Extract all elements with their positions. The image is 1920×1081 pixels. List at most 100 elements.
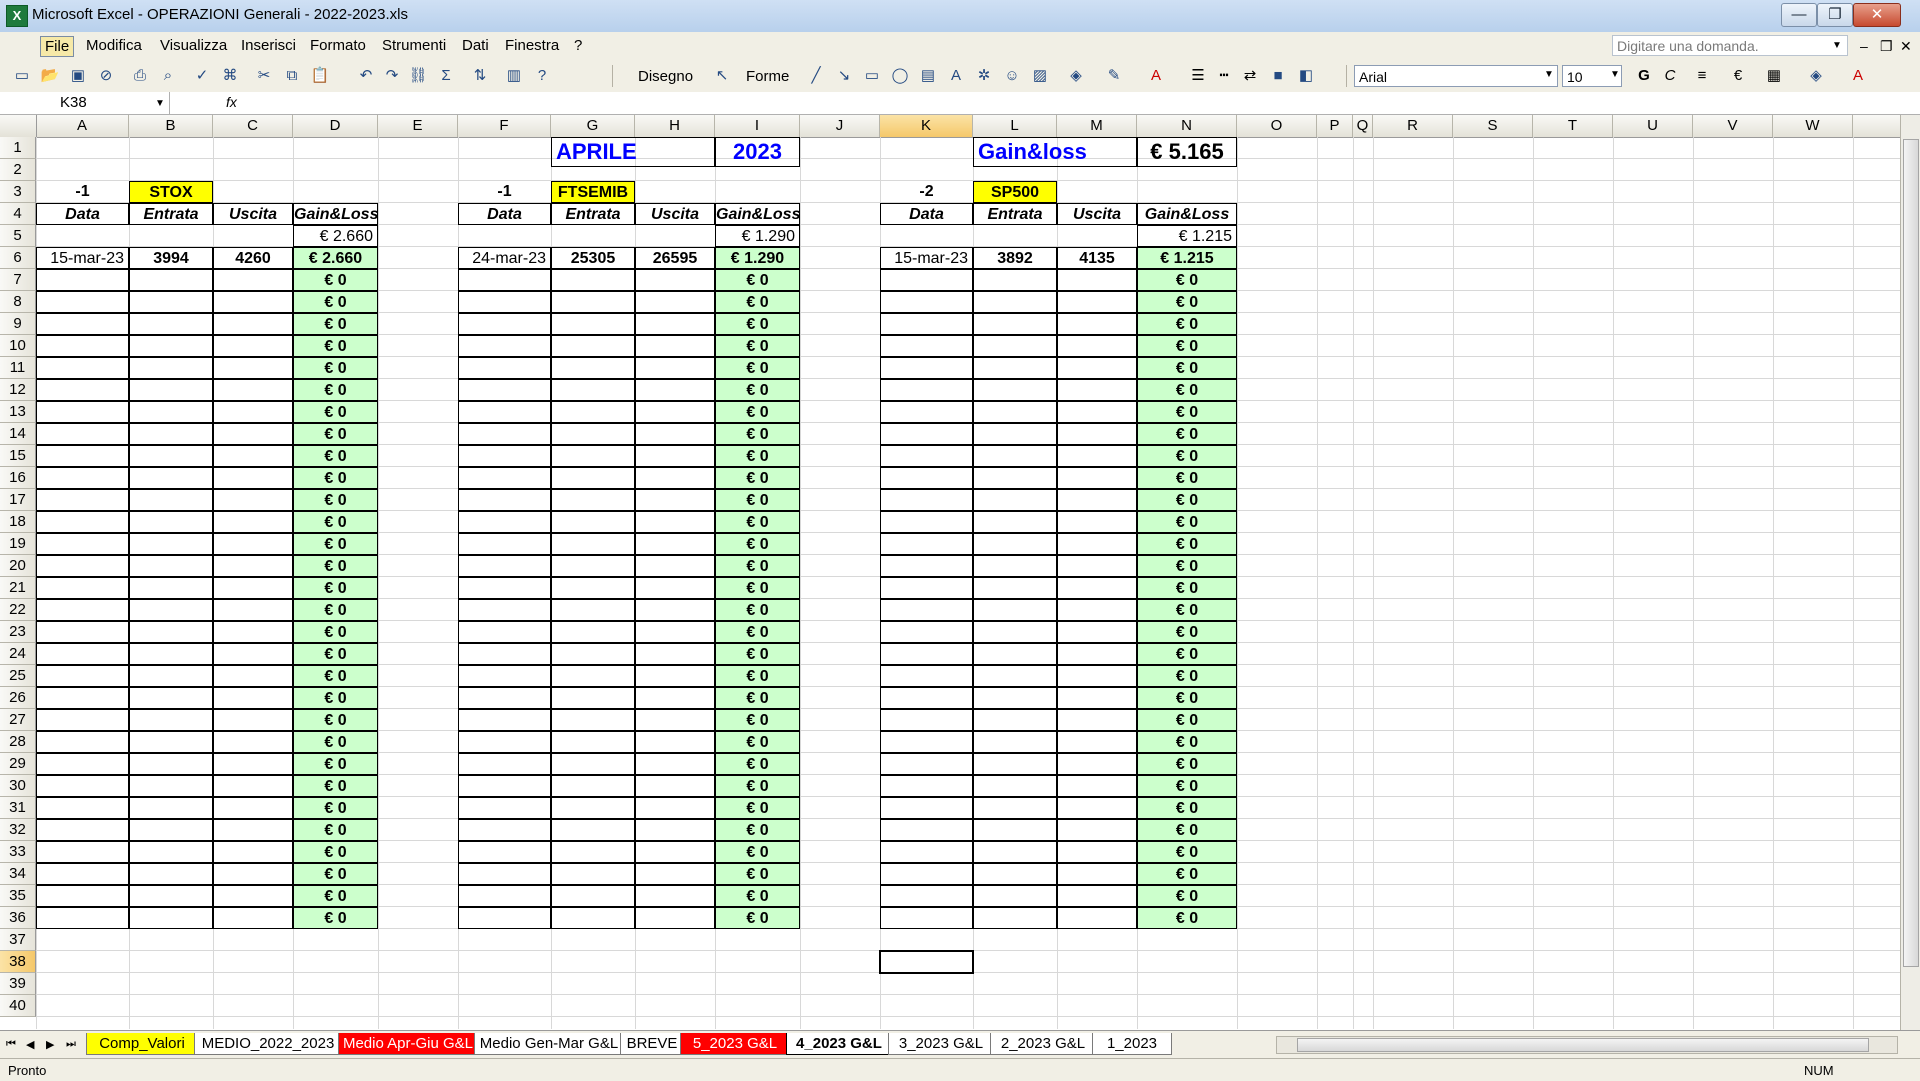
wordart-icon[interactable]: A <box>946 66 966 86</box>
empty-exit-cell[interactable] <box>1057 863 1137 885</box>
zero-gain-loss-cell[interactable]: € 0 <box>293 819 378 841</box>
empty-date-cell[interactable] <box>458 423 551 445</box>
empty-entry-cell[interactable] <box>973 643 1057 665</box>
zero-gain-loss-cell[interactable]: € 0 <box>293 357 378 379</box>
rectangle-icon[interactable]: ▭ <box>862 66 882 86</box>
empty-entry-cell[interactable] <box>129 291 213 313</box>
gain-loss-label-cell[interactable]: Gain&loss <box>973 137 1137 167</box>
empty-entry-cell[interactable] <box>973 489 1057 511</box>
zero-gain-loss-cell[interactable]: € 0 <box>715 511 800 533</box>
zero-gain-loss-cell[interactable]: € 0 <box>1137 555 1237 577</box>
empty-date-cell[interactable] <box>36 709 129 731</box>
empty-date-cell[interactable] <box>880 445 973 467</box>
empty-date-cell[interactable] <box>880 819 973 841</box>
empty-exit-cell[interactable] <box>213 577 293 599</box>
empty-exit-cell[interactable] <box>213 445 293 467</box>
row-header-34[interactable]: 34 <box>0 863 36 885</box>
empty-exit-cell[interactable] <box>1057 533 1137 555</box>
trade-exit-cell[interactable]: 4260 <box>213 247 293 269</box>
prev-sheet-icon[interactable]: ◀ <box>26 1038 34 1051</box>
zero-gain-loss-cell[interactable]: € 0 <box>715 775 800 797</box>
row-header-18[interactable]: 18 <box>0 511 36 533</box>
formula-input[interactable] <box>245 92 1915 114</box>
empty-date-cell[interactable] <box>458 379 551 401</box>
sheet-tab[interactable]: 2_2023 G&L <box>990 1033 1096 1055</box>
zero-gain-loss-cell[interactable]: € 0 <box>715 555 800 577</box>
month-title-cell[interactable]: APRILE <box>551 137 715 167</box>
column-header-p[interactable]: P <box>1317 115 1353 137</box>
empty-entry-cell[interactable] <box>551 621 635 643</box>
zero-gain-loss-cell[interactable]: € 0 <box>715 731 800 753</box>
empty-exit-cell[interactable] <box>635 489 715 511</box>
empty-entry-cell[interactable] <box>129 467 213 489</box>
zero-gain-loss-cell[interactable]: € 0 <box>293 863 378 885</box>
empty-date-cell[interactable] <box>458 445 551 467</box>
shadow-icon[interactable]: ■ <box>1268 66 1288 86</box>
font-color-icon[interactable]: A <box>1146 66 1166 86</box>
empty-entry-cell[interactable] <box>551 819 635 841</box>
empty-exit-cell[interactable] <box>1057 731 1137 753</box>
horizontal-scroll-thumb[interactable] <box>1297 1038 1869 1052</box>
empty-entry-cell[interactable] <box>551 511 635 533</box>
trade-gain-loss-cell[interactable]: € 2.660 <box>293 247 378 269</box>
row-header-11[interactable]: 11 <box>0 357 36 379</box>
empty-entry-cell[interactable] <box>129 643 213 665</box>
row-header-27[interactable]: 27 <box>0 709 36 731</box>
empty-date-cell[interactable] <box>36 643 129 665</box>
row-header-9[interactable]: 9 <box>0 313 36 335</box>
empty-entry-cell[interactable] <box>551 643 635 665</box>
row-header-8[interactable]: 8 <box>0 291 36 313</box>
empty-entry-cell[interactable] <box>551 423 635 445</box>
empty-exit-cell[interactable] <box>635 885 715 907</box>
column-label-cell[interactable]: Data <box>458 203 551 225</box>
empty-exit-cell[interactable] <box>213 599 293 621</box>
empty-exit-cell[interactable] <box>635 643 715 665</box>
cut-icon[interactable]: ✂ <box>254 66 274 86</box>
empty-exit-cell[interactable] <box>1057 577 1137 599</box>
zero-gain-loss-cell[interactable]: € 0 <box>1137 269 1237 291</box>
empty-exit-cell[interactable] <box>635 621 715 643</box>
empty-date-cell[interactable] <box>36 599 129 621</box>
empty-date-cell[interactable] <box>880 511 973 533</box>
zero-gain-loss-cell[interactable]: € 0 <box>293 643 378 665</box>
empty-exit-cell[interactable] <box>635 401 715 423</box>
empty-date-cell[interactable] <box>880 797 973 819</box>
zero-gain-loss-cell[interactable]: € 0 <box>293 665 378 687</box>
oval-icon[interactable]: ◯ <box>890 66 910 86</box>
empty-exit-cell[interactable] <box>1057 709 1137 731</box>
empty-entry-cell[interactable] <box>551 775 635 797</box>
empty-date-cell[interactable] <box>36 467 129 489</box>
empty-entry-cell[interactable] <box>973 709 1057 731</box>
trade-exit-cell[interactable]: 4135 <box>1057 247 1137 269</box>
empty-date-cell[interactable] <box>36 555 129 577</box>
zero-gain-loss-cell[interactable]: € 0 <box>293 731 378 753</box>
zero-gain-loss-cell[interactable]: € 0 <box>293 423 378 445</box>
save-icon[interactable]: ▣ <box>68 66 88 86</box>
empty-entry-cell[interactable] <box>551 753 635 775</box>
empty-entry-cell[interactable] <box>129 511 213 533</box>
column-header-s[interactable]: S <box>1453 115 1533 137</box>
empty-date-cell[interactable] <box>880 907 973 929</box>
row-header-16[interactable]: 16 <box>0 467 36 489</box>
zero-gain-loss-cell[interactable]: € 0 <box>1137 511 1237 533</box>
bold-button[interactable]: G <box>1634 66 1654 86</box>
empty-date-cell[interactable] <box>458 555 551 577</box>
empty-exit-cell[interactable] <box>635 291 715 313</box>
empty-entry-cell[interactable] <box>551 291 635 313</box>
empty-entry-cell[interactable] <box>973 687 1057 709</box>
empty-date-cell[interactable] <box>880 401 973 423</box>
empty-exit-cell[interactable] <box>1057 467 1137 489</box>
empty-entry-cell[interactable] <box>973 533 1057 555</box>
column-header-v[interactable]: V <box>1693 115 1773 137</box>
zero-gain-loss-cell[interactable]: € 0 <box>715 841 800 863</box>
empty-date-cell[interactable] <box>458 885 551 907</box>
empty-entry-cell[interactable] <box>129 687 213 709</box>
column-label-cell[interactable]: Gain&Loss <box>715 203 800 225</box>
zero-gain-loss-cell[interactable]: € 0 <box>293 841 378 863</box>
empty-date-cell[interactable] <box>458 511 551 533</box>
empty-exit-cell[interactable] <box>635 599 715 621</box>
column-header-e[interactable]: E <box>378 115 458 137</box>
empty-entry-cell[interactable] <box>551 489 635 511</box>
empty-exit-cell[interactable] <box>1057 511 1137 533</box>
empty-entry-cell[interactable] <box>551 907 635 929</box>
